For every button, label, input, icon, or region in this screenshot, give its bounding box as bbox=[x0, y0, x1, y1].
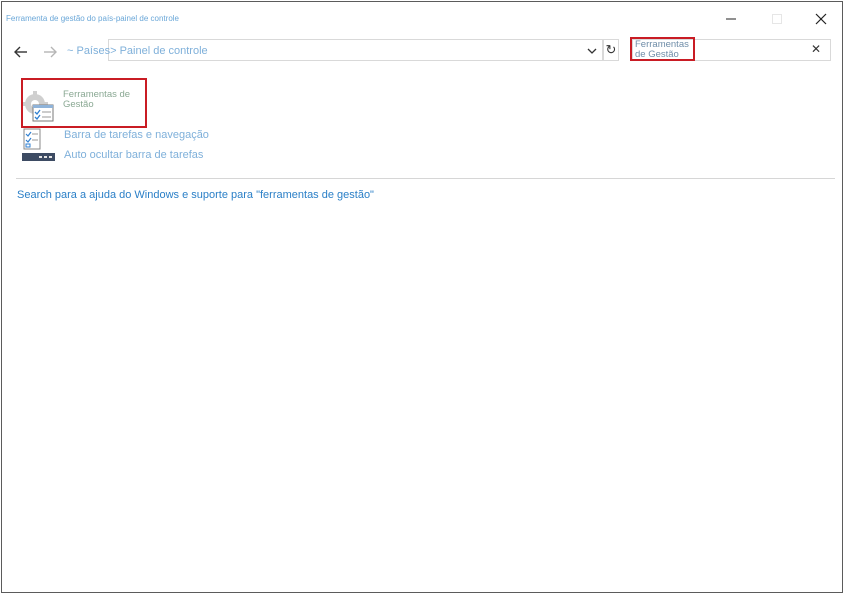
minimize-button[interactable] bbox=[708, 6, 754, 32]
search-highlight-box bbox=[630, 37, 695, 61]
breadcrumb-painel-de-controle[interactable]: > Painel de controle bbox=[110, 45, 208, 57]
maximize-icon bbox=[772, 14, 782, 24]
chevron-down-icon bbox=[587, 48, 597, 54]
windows-help-search-link[interactable]: Search para a ajuda do Windows e suporte… bbox=[17, 189, 374, 201]
refresh-icon: ↻ bbox=[605, 42, 617, 57]
breadcrumb-paises[interactable]: ~ Países bbox=[67, 45, 110, 57]
result-highlight-box bbox=[21, 78, 147, 128]
forward-button[interactable] bbox=[38, 42, 62, 62]
window-title: Ferramenta de gestão do país-painel de c… bbox=[6, 14, 179, 23]
close-icon: ✕ bbox=[811, 42, 822, 56]
close-window-button[interactable] bbox=[798, 6, 844, 32]
taskbar-icon[interactable] bbox=[22, 128, 56, 162]
task-link-auto-ocultar[interactable]: Auto ocultar barra de tarefas bbox=[64, 149, 203, 161]
address-dropdown-button[interactable] bbox=[585, 44, 599, 58]
forward-arrow-icon bbox=[44, 46, 57, 58]
breadcrumb: ~ Países> Painel de controle bbox=[67, 45, 208, 57]
navigation-bar: ~ Países> Painel de controle ↻ Ferrament… bbox=[2, 34, 842, 68]
back-button[interactable] bbox=[9, 42, 33, 62]
refresh-button[interactable]: ↻ bbox=[603, 39, 619, 61]
control-panel-window: Ferramenta de gestão do país-painel de c… bbox=[1, 1, 843, 593]
clear-search-button[interactable]: ✕ bbox=[811, 42, 821, 56]
divider bbox=[16, 178, 835, 179]
back-arrow-icon bbox=[14, 46, 27, 58]
title-bar: Ferramenta de gestão do país-painel de c… bbox=[2, 2, 842, 34]
maximize-button[interactable] bbox=[754, 6, 800, 32]
minimize-icon bbox=[726, 18, 736, 20]
close-icon bbox=[815, 13, 827, 25]
task-link-barra-de-tarefas[interactable]: Barra de tarefas e navegação bbox=[64, 129, 209, 141]
